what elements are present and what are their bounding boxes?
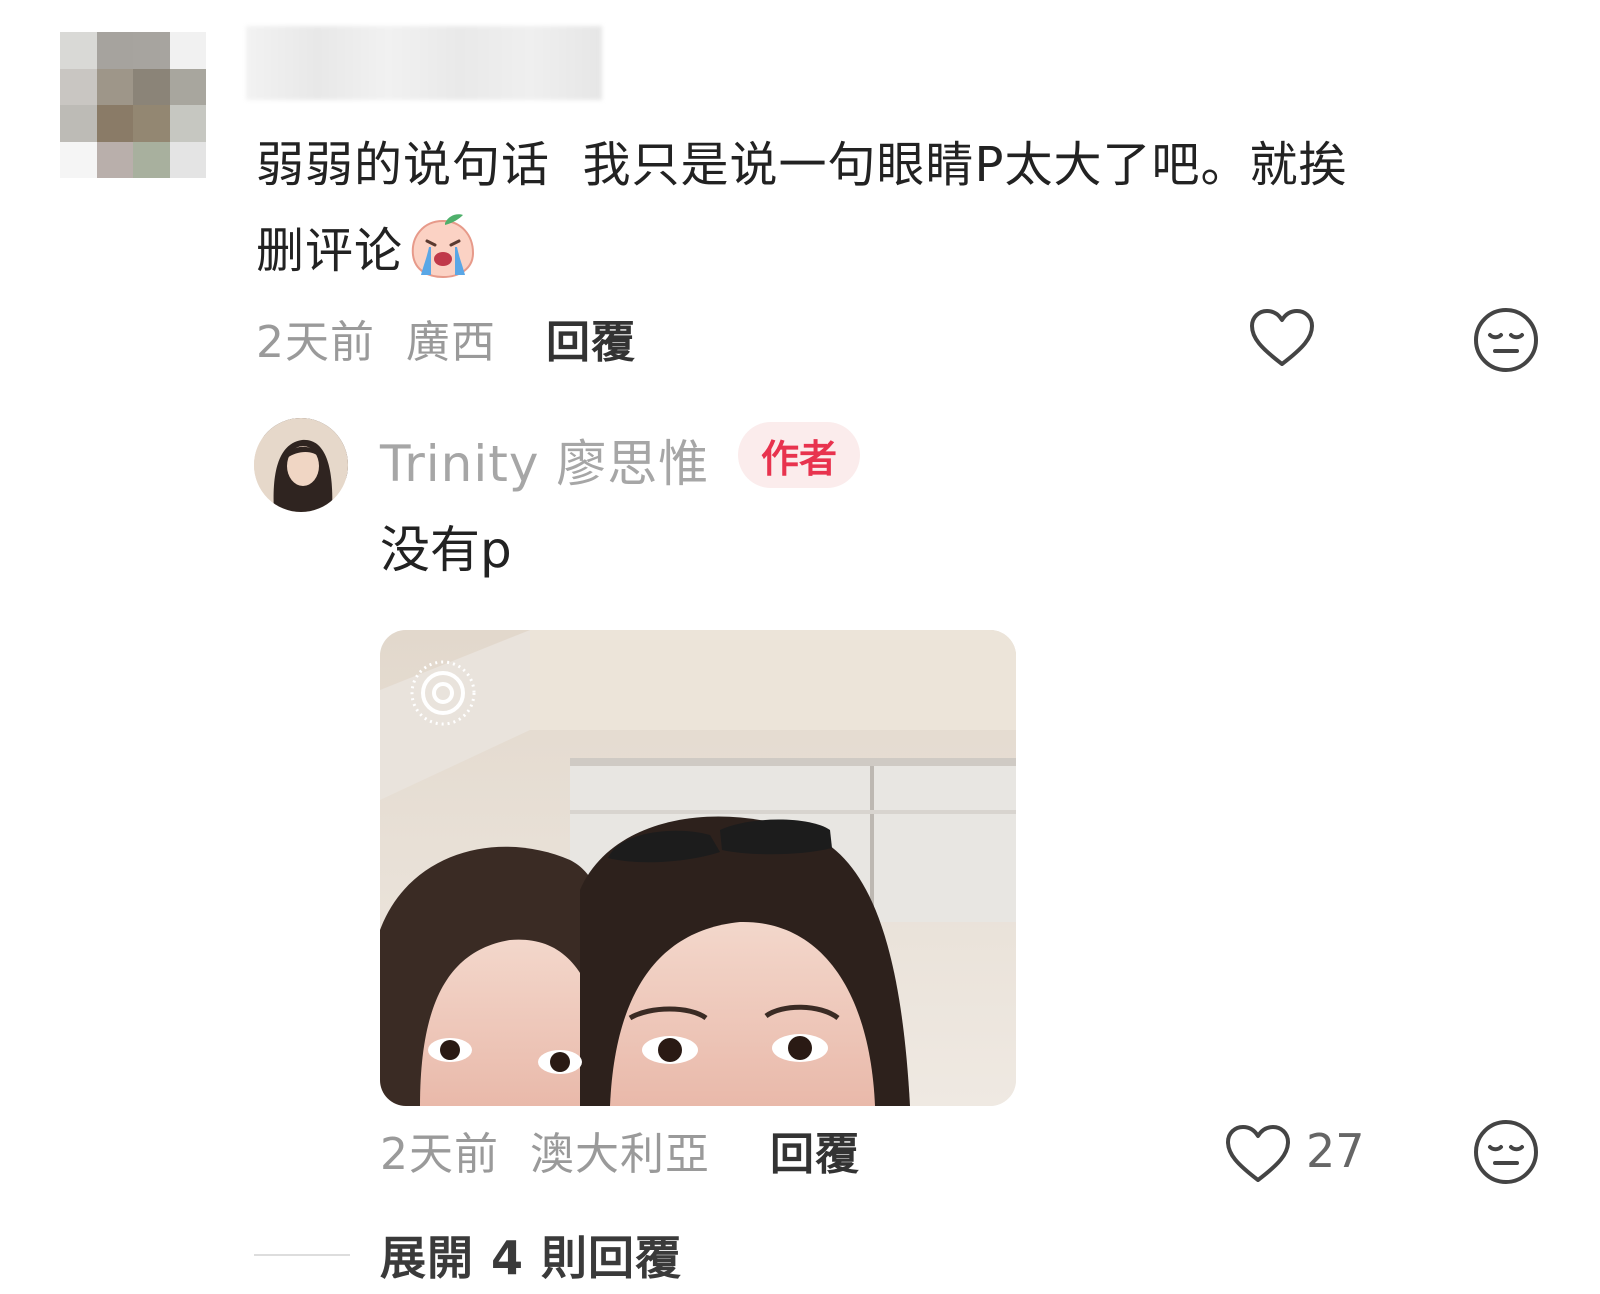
crying-peach-emoji <box>411 214 475 279</box>
expand-replies-button[interactable]: 展開 4 則回覆 <box>380 1222 682 1288</box>
like-button[interactable] <box>1246 306 1318 370</box>
live-photo-icon[interactable] <box>408 658 478 728</box>
reply-like-count: 27 <box>1306 1124 1365 1178</box>
heart-icon <box>1226 1125 1290 1182</box>
comment-body: 弱弱的说句话 我只是说一句眼睛P太大了吧。就挨 删评论 <box>256 122 1516 294</box>
reply-like-button[interactable] <box>1222 1122 1294 1186</box>
commenter-username-blurred[interactable] <box>246 26 602 100</box>
comment-line-2: 删评论 <box>256 223 404 279</box>
expand-divider <box>254 1254 350 1256</box>
reply-time: 2天前 <box>380 1129 499 1180</box>
author-badge: 作者 <box>738 422 860 488</box>
reply-dislike-button[interactable] <box>1472 1118 1540 1186</box>
unamused-face-icon <box>1474 1120 1538 1184</box>
reply-body: 没有p <box>380 521 512 579</box>
reply-reply-button[interactable]: 回覆 <box>770 1118 860 1182</box>
reply-location: 澳大利亞 <box>530 1129 710 1180</box>
author-avatar[interactable] <box>254 418 348 512</box>
dislike-button[interactable] <box>1472 306 1540 374</box>
heart-icon <box>1250 309 1314 366</box>
unamused-face-icon <box>1474 308 1538 372</box>
commenter-avatar[interactable] <box>60 32 206 178</box>
reply-button[interactable]: 回覆 <box>546 306 636 370</box>
author-avatar-image <box>254 418 348 512</box>
author-name[interactable]: Trinity 廖思惟 <box>380 424 709 496</box>
comment-line-1: 弱弱的说句话 我只是说一句眼睛P太大了吧。就挨 <box>256 137 1348 193</box>
reply-photo[interactable] <box>380 630 1016 1106</box>
comment-time: 2天前 <box>256 317 375 368</box>
comment-location: 廣西 <box>406 317 496 368</box>
